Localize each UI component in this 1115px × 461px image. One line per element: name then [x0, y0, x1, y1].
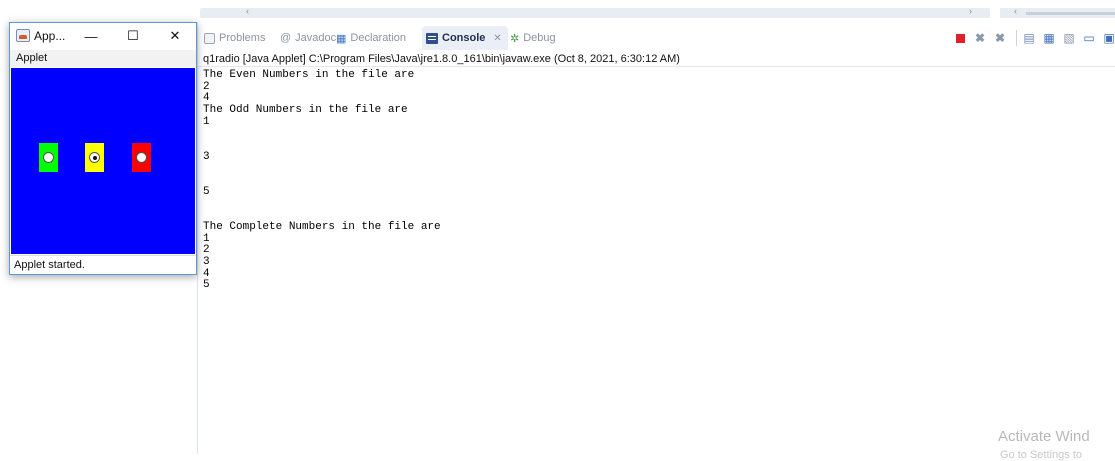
tab-problems[interactable]: Problems	[204, 26, 265, 50]
clear-icon: ▤	[1023, 31, 1035, 45]
remove-icon: ✖	[974, 31, 986, 45]
activation-watermark: Activate Wind	[998, 428, 1090, 445]
tab-debug[interactable]: ✲ Debug	[510, 26, 556, 50]
clear-console-button[interactable]: ▤	[1021, 30, 1037, 46]
console-line: 3	[203, 256, 210, 268]
scroll-left-icon[interactable]: ‹	[246, 6, 249, 16]
remove-all-icon: ✖	[994, 31, 1006, 45]
console-line: 3	[203, 150, 210, 163]
minimize-button[interactable]: —	[76, 26, 106, 46]
tab-label: Console	[442, 32, 486, 44]
java-icon	[16, 29, 30, 42]
window-titlebar[interactable]: App... — ☐ ✕	[10, 23, 196, 49]
radio-indicator	[89, 152, 100, 163]
word-wrap-icon: ▧	[1063, 31, 1075, 45]
problems-icon	[204, 32, 215, 44]
toolbar-separator	[1016, 30, 1017, 46]
console-line: 2	[203, 244, 210, 257]
applet-status: Applet started.	[10, 255, 196, 274]
console-line: The Even Numbers in the file are	[203, 69, 415, 81]
scrollbar-thumb[interactable]	[1026, 12, 1115, 15]
applet-canvas	[11, 68, 195, 254]
javadoc-icon: @	[280, 32, 292, 44]
pin-console-button[interactable]: ▭	[1081, 30, 1097, 46]
tab-javadoc[interactable]: @ Javadoc	[280, 26, 336, 50]
console-line: The Odd Numbers in the file are	[203, 104, 408, 117]
pin-icon: ▭	[1083, 31, 1095, 45]
console-line: 1	[203, 232, 210, 245]
tab-label: Declaration	[350, 32, 407, 44]
yellow-radio-button[interactable]	[85, 143, 104, 172]
applet-window[interactable]: App... — ☐ ✕ Applet Applet started.	[9, 22, 197, 275]
window-title: App...	[34, 29, 66, 43]
console-output[interactable]: The Even Numbers in the file are 2 4 The Od…	[203, 69, 441, 292]
terminate-button[interactable]	[952, 30, 968, 46]
console-line: 5	[203, 185, 210, 198]
tab-label: Debug	[523, 32, 556, 44]
scroll-right-icon[interactable]: ›	[969, 6, 972, 16]
declaration-icon: ▦	[336, 32, 347, 45]
close-button[interactable]: ✕	[160, 26, 190, 46]
close-icon[interactable]: ✕	[493, 33, 501, 44]
remove-all-button[interactable]: ✖	[992, 30, 1008, 46]
tab-label: Javadoc	[295, 32, 337, 44]
activation-watermark-sub: Go to Settings to	[1000, 449, 1082, 461]
open-console-button[interactable]: ▣	[1101, 30, 1115, 46]
scroll-left-icon[interactable]: ‹	[1014, 6, 1017, 16]
radio-indicator	[136, 152, 147, 163]
console-icon	[426, 32, 438, 44]
stop-icon	[955, 33, 965, 43]
console-line: The Complete Numbers in the file are	[203, 220, 441, 233]
launch-description: q1radio [Java Applet] C:\Program Files\J…	[203, 53, 680, 65]
console-line: 2	[203, 80, 210, 93]
tab-declaration[interactable]: ▦ Declaration	[336, 26, 406, 50]
applet-menu[interactable]: Applet	[10, 50, 196, 67]
open-console-icon: ▣	[1103, 31, 1115, 45]
console-line: 1	[203, 115, 210, 128]
tab-console[interactable]: Console ✕	[422, 26, 508, 50]
view-divider	[197, 22, 198, 454]
tab-label: Problems	[219, 32, 266, 44]
radio-indicator	[43, 152, 54, 163]
remove-launch-button[interactable]: ✖	[972, 30, 988, 46]
outline-horizontal-scrollbar[interactable]: ‹	[1000, 6, 1115, 18]
word-wrap-button[interactable]: ▧	[1061, 30, 1077, 46]
red-radio-button[interactable]	[132, 143, 151, 172]
green-radio-button[interactable]	[39, 143, 58, 172]
console-line: 4	[203, 267, 210, 280]
divider	[198, 66, 1115, 67]
maximize-button[interactable]: ☐	[118, 26, 148, 46]
debug-icon: ✲	[510, 32, 520, 45]
scroll-lock-icon: ▦	[1043, 31, 1055, 45]
scroll-lock-button[interactable]: ▦	[1041, 30, 1057, 46]
editor-horizontal-scrollbar[interactable]: ‹ ›	[200, 6, 990, 18]
console-toolbar: ✖ ✖ ▤ ▦ ▧ ▭ ▣	[952, 30, 1115, 46]
console-line: 5	[203, 279, 210, 292]
